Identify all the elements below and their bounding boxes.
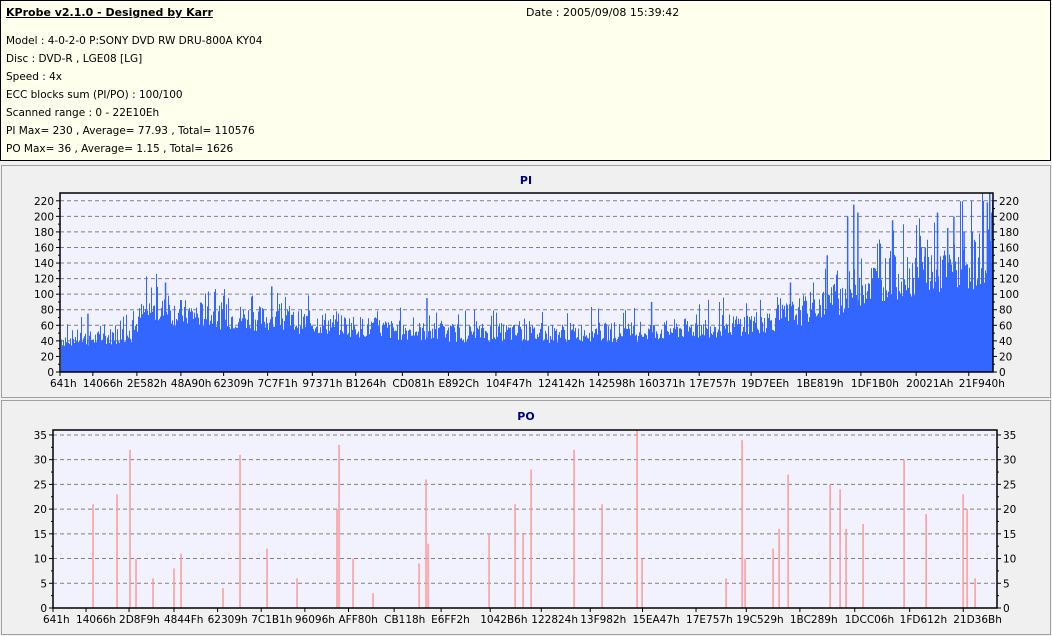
x-tick-label: 17E757h: [686, 614, 733, 626]
y-tick-label-right: 140: [999, 258, 1019, 270]
x-tick-label: 2D8F9h: [119, 614, 160, 626]
x-tick-label: B1264h: [346, 378, 387, 390]
x-tick-label: 48A90h: [171, 378, 212, 390]
y-tick-label-left: 35: [34, 430, 47, 442]
x-tick-label: 21D36Bh: [953, 614, 1002, 626]
y-tick-label-left: 120: [34, 274, 54, 286]
ecc-info: ECC blocks sum (PI/PO) : 100/100: [6, 89, 183, 101]
x-tick-label: 14066h: [76, 614, 116, 626]
x-tick-label: 122824h: [531, 614, 578, 626]
x-tick-label: 7C7F1h: [258, 378, 298, 390]
x-tick-label: 17E757h: [689, 378, 736, 390]
x-tick-label: 1BC289h: [790, 614, 838, 626]
y-tick-label-left: 60: [41, 320, 54, 332]
po-summary: PO Max= 36 , Average= 1.15 , Total= 1626: [6, 143, 234, 155]
y-tick-label-right: 25: [1003, 479, 1016, 491]
x-tick-label: 13F982h: [580, 614, 626, 626]
scan-date: Date : 2005/09/08 15:39:42: [526, 6, 680, 19]
y-tick-label-left: 160: [34, 242, 54, 254]
x-tick-label: 160371h: [639, 378, 686, 390]
x-tick-label: 19D7EEh: [741, 378, 789, 390]
y-tick-label-right: 15: [1003, 529, 1016, 541]
y-tick-label-left: 25: [34, 479, 47, 491]
plot-background: [53, 430, 997, 608]
y-tick-label-left: 180: [34, 227, 54, 239]
x-tick-label: 1BE819h: [796, 378, 843, 390]
y-tick-label-right: 180: [999, 227, 1019, 239]
y-tick-label-right: 40: [999, 336, 1012, 348]
x-tick-label: 1042B6h: [480, 614, 527, 626]
y-tick-label-left: 20: [34, 504, 47, 516]
x-tick-label: CD081h: [392, 378, 434, 390]
pi-chart-panel: PI 0 0 20 20 40 40 60 60 80 80 100 100 120 120 140 140 1…: [1, 165, 1051, 398]
x-tick-label: 7C1B1h: [251, 614, 292, 626]
disc-info: Disc : DVD-R , LGE08 [LG]: [6, 53, 143, 65]
y-tick-label-left: 30: [34, 455, 47, 467]
x-tick-label: 2E582h: [127, 378, 167, 390]
pi-summary: PI Max= 230 , Average= 77.93 , Total= 11…: [6, 125, 255, 137]
y-tick-label-left: 100: [34, 289, 54, 301]
y-tick-label-left: 20: [41, 351, 54, 363]
y-tick-label-right: 160: [999, 242, 1019, 254]
x-tick-label: 20021Ah: [906, 378, 953, 390]
x-tick-label: 1DF1B0h: [851, 378, 899, 390]
model-info: Model : 4-0-2-0 P:SONY DVD RW DRU-800A K…: [6, 35, 263, 47]
x-tick-label: CB118h: [384, 614, 425, 626]
y-tick-label-left: 140: [34, 258, 54, 270]
x-tick-label: 15EA47h: [632, 614, 679, 626]
y-tick-label-right: 30: [1003, 455, 1016, 467]
y-tick-label-right: 5: [1003, 578, 1010, 590]
y-tick-label-left: 220: [34, 196, 54, 208]
y-tick-label-left: 200: [34, 211, 54, 223]
x-tick-label: 19C529h: [736, 614, 783, 626]
x-tick-label: 62309h: [214, 378, 254, 390]
y-tick-label-left: 10: [34, 554, 47, 566]
y-tick-label-left: 15: [34, 529, 47, 541]
x-tick-label: 641h: [50, 378, 77, 390]
x-tick-label: 1DCC06h: [845, 614, 894, 626]
x-tick-label: E892Ch: [438, 378, 479, 390]
x-tick-label: 21F940h: [959, 378, 1005, 390]
x-tick-label: 14066h: [83, 378, 123, 390]
x-tick-label: E6FF2h: [431, 614, 470, 626]
app-title: KProbe v2.1.0 - Designed by Karr: [6, 6, 213, 19]
pi-chart: 0 020 2040 4060 6080 80100 100120 120140 140160 1…: [34, 192, 1019, 390]
speed-info: Speed : 4x: [6, 71, 63, 83]
y-tick-label-right: 120: [999, 274, 1019, 286]
y-tick-label-right: 0: [1003, 603, 1010, 615]
y-tick-label-left: 40: [41, 336, 54, 348]
y-tick-label-right: 100: [999, 289, 1019, 301]
x-tick-label: 4844Fh: [164, 614, 203, 626]
scan-info-header: KProbe v2.1.0 - Designed by Karr Date : …: [0, 0, 1051, 161]
x-tick-label: 1FD612h: [900, 614, 948, 626]
y-tick-label-right: 60: [999, 320, 1012, 332]
scanned-range-info: Scanned range : 0 - 22E10Eh: [6, 107, 160, 119]
x-tick-label: AFF80h: [339, 614, 378, 626]
x-tick-label: 97371h: [302, 378, 342, 390]
y-tick-label-right: 200: [999, 211, 1019, 223]
y-tick-label-right: 20: [999, 351, 1012, 363]
x-tick-label: 142598h: [589, 378, 636, 390]
y-tick-label-right: 220: [999, 196, 1019, 208]
x-tick-label: 62309h: [208, 614, 248, 626]
x-tick-label: 96096h: [295, 614, 335, 626]
x-tick-label: 124142h: [538, 378, 585, 390]
po-chart: 0 05 510 1015 1520 2025 2530 3035 35641h 14066h 2D…: [34, 429, 1016, 626]
x-tick-label: 641h: [43, 614, 70, 626]
po-chart-panel: PO 0 0 5 5 10 10 15 15 20 20 25 25 30 30 35 35 641h 14066…: [1, 400, 1051, 635]
y-tick-label-right: 35: [1003, 430, 1016, 442]
y-tick-label-left: 80: [41, 305, 54, 317]
y-tick-label-right: 80: [999, 305, 1012, 317]
x-tick-label: 104F47h: [486, 378, 532, 390]
y-tick-label-right: 20: [1003, 504, 1016, 516]
y-tick-label-right: 10: [1003, 554, 1016, 566]
y-tick-label-left: 5: [40, 578, 47, 590]
